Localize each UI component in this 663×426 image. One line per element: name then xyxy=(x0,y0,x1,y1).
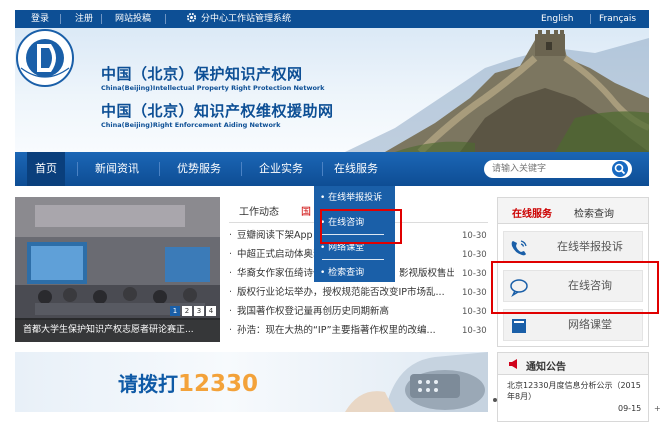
header-banner: 中国（北京）保护知识产权网 China(Beijing)Intellectual… xyxy=(15,28,649,152)
news-photo-slider[interactable]: 1 2 3 4 首都大学生保护知识产权志愿者研论赛正... xyxy=(15,197,220,342)
notice-panel: 通知公告 北京12330月度信息分析公示（2015年8月） 09-15 xyxy=(497,352,649,422)
top-separator xyxy=(165,14,166,24)
book-icon xyxy=(512,319,526,333)
search-input[interactable] xyxy=(492,162,602,176)
tab-domestic[interactable]: 国 xyxy=(301,203,311,218)
tab-work-news[interactable]: 工作动态 xyxy=(239,203,279,218)
nav-news[interactable]: 新闻资讯 xyxy=(87,152,147,186)
site-title-cn: 中国（北京）保护知识产权网 xyxy=(101,65,303,83)
service-panel-tabs: 在线服务 检索查询 xyxy=(498,198,648,224)
photo-caption[interactable]: 首都大学生保护知识产权志愿者研论赛正... xyxy=(15,318,220,342)
admin-system-link[interactable]: 分中心工作站管理系统 xyxy=(201,13,291,25)
list-bullet: · xyxy=(229,249,233,260)
news-item-date: 10-30 xyxy=(462,307,487,317)
news-item[interactable]: · 版权行业论坛举办，授权规范能否改变IP市场乱... 10-30 xyxy=(229,285,488,301)
news-item-date: 10-30 xyxy=(462,269,487,279)
site-subtitle-en: China(Beijing)Intellectual Property Righ… xyxy=(101,84,325,92)
dropdown-item-label: 在线举报投诉 xyxy=(328,193,383,203)
hotline-text: 请拨打12330 xyxy=(118,368,258,397)
highlight-panel-consult xyxy=(491,261,659,314)
notice-item-title[interactable]: 北京12330月度信息分析公示（2015年8月） xyxy=(507,380,645,402)
list-bullet: · xyxy=(229,287,233,298)
dropdown-bullet: • xyxy=(320,243,329,253)
top-separator xyxy=(590,14,591,24)
hotline-banner[interactable]: 请拨打12330 xyxy=(15,352,488,412)
search-box xyxy=(484,160,632,178)
list-bullet: · xyxy=(229,230,233,241)
submit-article-link[interactable]: 网站投稿 xyxy=(115,13,151,25)
highlight-dropdown-consult xyxy=(320,209,402,244)
tab-online-service[interactable]: 在线服务 xyxy=(512,205,552,220)
news-item-title: 版权行业论坛举办，授权规范能否改变IP市场乱... xyxy=(237,287,445,298)
search-button[interactable] xyxy=(612,161,628,177)
slider-page-3[interactable]: 3 xyxy=(194,306,204,316)
nav-online-services[interactable]: 在线服务 xyxy=(326,152,386,186)
notice-item-date: 09-15 xyxy=(618,404,642,413)
news-item[interactable]: · 我国著作权登记量再创历史同期新高 10-30 xyxy=(229,304,488,320)
scroll-arrow-icon[interactable]: + xyxy=(654,404,661,413)
news-item-date: 10-30 xyxy=(462,250,487,260)
list-bullet: · xyxy=(229,306,233,317)
dropdown-divider xyxy=(322,259,384,260)
french-link[interactable]: Français xyxy=(599,13,636,25)
tab-search-query[interactable]: 检索查询 xyxy=(574,205,614,220)
top-separator xyxy=(101,14,102,24)
slider-page-4[interactable]: 4 xyxy=(206,306,216,316)
dropdown-item-label: 网络课堂 xyxy=(328,243,365,253)
news-item-date: 10-30 xyxy=(462,231,487,241)
nav-separator xyxy=(322,162,323,176)
main-nav: 首页 新闻资讯 优势服务 企业实务 在线服务 xyxy=(15,152,649,186)
news-item[interactable]: · 孙浩：现在大热的“IP”主要指著作权里的改编... 10-30 xyxy=(229,323,488,339)
english-link[interactable]: English xyxy=(541,13,574,25)
nav-separator xyxy=(159,162,160,176)
slider-page-1[interactable]: 1 xyxy=(170,306,180,316)
top-separator xyxy=(60,14,61,24)
notice-header: 通知公告 xyxy=(498,353,648,375)
megaphone-icon xyxy=(509,359,517,369)
list-bullet: · xyxy=(229,325,233,336)
nav-home[interactable]: 首页 xyxy=(27,152,65,186)
site-subtitle2-en: China(Beijing)Right Enforcement Aiding N… xyxy=(101,121,281,129)
list-bullet: · xyxy=(229,268,233,279)
service-label: 网络课堂 xyxy=(568,318,612,331)
nav-enterprise[interactable]: 企业实务 xyxy=(251,152,311,186)
dropdown-item-label: 检索查询 xyxy=(328,268,365,278)
service-report-complaint[interactable]: 在线举报投诉 xyxy=(503,231,643,263)
dropdown-item-search[interactable]: • 检索查询 xyxy=(320,263,392,283)
site-title2-cn: 中国（北京）知识产权维权援助网 xyxy=(101,102,334,120)
news-item-date: 10-30 xyxy=(462,326,487,336)
login-link[interactable]: 登录 xyxy=(31,13,49,25)
nav-separator xyxy=(241,162,242,176)
gear-icon xyxy=(186,12,197,23)
news-item-date: 10-30 xyxy=(462,288,487,298)
nav-services[interactable]: 优势服务 xyxy=(169,152,229,186)
news-item-title: 孙浩：现在大热的“IP”主要指著作权里的改编... xyxy=(237,325,436,336)
service-label: 在线举报投诉 xyxy=(557,240,623,253)
phone-icon xyxy=(511,240,527,256)
search-icon xyxy=(614,163,626,175)
dropdown-item-report[interactable]: • 在线举报投诉 xyxy=(320,188,392,208)
news-item-title: 我国著作权登记量再创历史同期新高 xyxy=(237,306,390,317)
slider-page-2[interactable]: 2 xyxy=(182,306,192,316)
top-bar-strip: 登录 注册 网站投稿 分中心工作站管理系统 English Français xyxy=(15,10,649,28)
notice-title: 通知公告 xyxy=(526,362,566,373)
hotline-prefix: 请拨打 xyxy=(118,372,178,396)
register-link[interactable]: 注册 xyxy=(75,13,93,25)
hotline-number: 12330 xyxy=(178,371,259,397)
dropdown-bullet: • xyxy=(320,193,329,203)
list-bullet xyxy=(493,398,497,402)
dropdown-bullet: • xyxy=(320,268,329,278)
news-item-title-tail: 影视版权售出 xyxy=(399,268,454,279)
ip-network-logo xyxy=(16,29,74,87)
nav-separator xyxy=(77,162,78,176)
